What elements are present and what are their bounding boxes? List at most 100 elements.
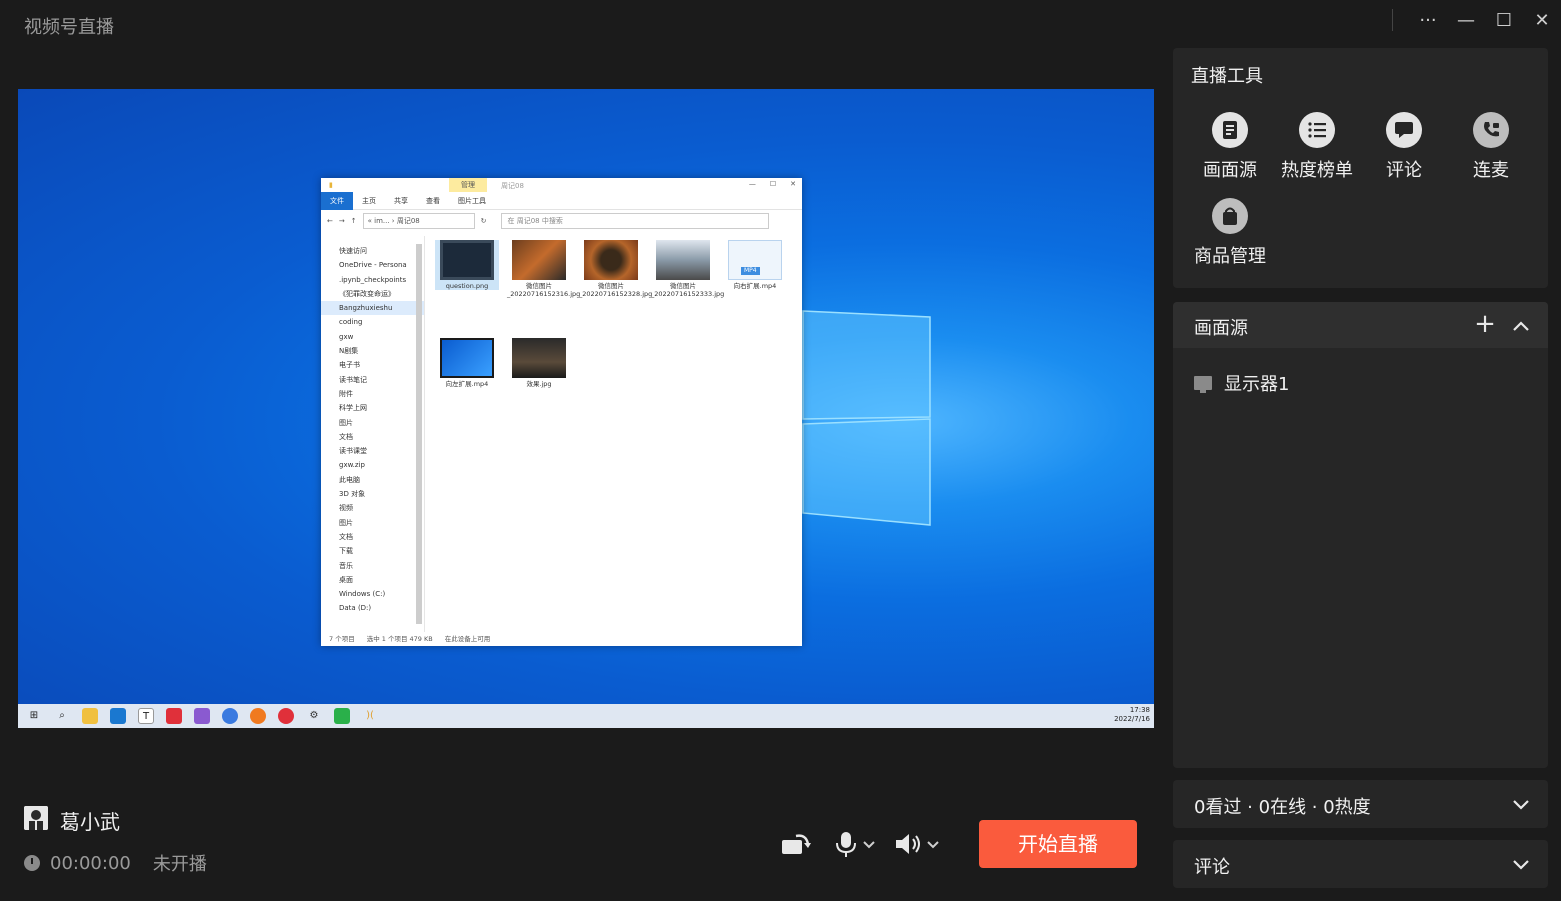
- file-item[interactable]: 效果.jpg: [507, 338, 571, 388]
- tool-hot-ranking[interactable]: 热度榜单: [1272, 112, 1362, 182]
- file-thumbnail: [656, 240, 710, 280]
- nav-item[interactable]: 电子书: [321, 358, 424, 372]
- file-explorer-window[interactable]: ▮ 管理 周记08 — ☐ ✕ 文件 主页 共享 查看 图片工具 ← → ↑ « i…: [321, 178, 802, 646]
- maximize-button[interactable]: ☐: [1485, 0, 1523, 40]
- nav-item[interactable]: N剧集: [321, 344, 424, 358]
- tool-label: 连麦: [1473, 160, 1509, 181]
- tab-share[interactable]: 共享: [385, 192, 417, 210]
- firefox-icon[interactable]: [250, 708, 266, 724]
- nav-item[interactable]: Data (D:): [321, 601, 424, 615]
- panel-title: 直播工具: [1191, 66, 1263, 87]
- start-icon[interactable]: ⊞: [26, 708, 42, 724]
- chevron-down-icon: [1513, 860, 1529, 870]
- nav-item[interactable]: 文档: [321, 530, 424, 544]
- netease-music-icon[interactable]: [278, 708, 294, 724]
- nav-item[interactable]: 《犯罪改变命运》: [321, 287, 424, 301]
- tool-label: 评论: [1386, 160, 1422, 181]
- typora-icon[interactable]: T: [138, 708, 154, 724]
- nav-item[interactable]: gxw: [321, 330, 424, 344]
- visual-studio-icon[interactable]: [194, 708, 210, 724]
- maximize-icon: ☐: [1495, 9, 1513, 31]
- expand-stats-button[interactable]: [1509, 792, 1533, 816]
- file-item[interactable]: 微信图片_20220716152316.jpg: [507, 240, 580, 298]
- nav-item[interactable]: 图片: [321, 516, 424, 530]
- tool-product-management[interactable]: 商品管理: [1185, 198, 1275, 268]
- app-icon[interactable]: )(: [362, 708, 378, 724]
- file-name: question.png: [445, 282, 489, 290]
- up-icon[interactable]: ↑: [351, 217, 357, 225]
- tab-picture-tools[interactable]: 图片工具: [449, 192, 495, 210]
- explorer-search-input[interactable]: 在 周记08 中搜索: [500, 213, 769, 229]
- status-item-count: 7 个项目: [329, 635, 355, 643]
- file-explorer-icon[interactable]: [82, 708, 98, 724]
- live-status: 未开播: [152, 854, 207, 875]
- file-item[interactable]: MP4 向右扩展.mp4: [723, 240, 787, 290]
- nav-item[interactable]: OneDrive - Persona: [321, 258, 424, 272]
- nav-item[interactable]: 此电脑: [321, 473, 424, 487]
- nav-item[interactable]: 读书笔记: [321, 373, 424, 387]
- expand-comments-button[interactable]: [1509, 852, 1533, 876]
- nav-item[interactable]: 视频: [321, 501, 424, 515]
- path-field[interactable]: « im... › 周记08: [362, 213, 475, 229]
- search-icon[interactable]: ⌕: [54, 708, 70, 724]
- tab-file[interactable]: 文件: [321, 191, 353, 210]
- refresh-icon[interactable]: ↻: [481, 217, 487, 225]
- nav-item[interactable]: 图片: [321, 416, 424, 430]
- nav-item[interactable]: Windows (C:): [321, 587, 424, 601]
- browser-icon[interactable]: [222, 708, 238, 724]
- xmind-icon[interactable]: [166, 708, 182, 724]
- add-source-button[interactable]: +: [1473, 309, 1497, 339]
- wechat-icon[interactable]: [334, 708, 350, 724]
- file-item[interactable]: 微信图片_20220716152328.jpg: [579, 240, 652, 298]
- file-item[interactable]: question.png: [435, 240, 499, 290]
- user-name: 葛小武: [60, 810, 120, 834]
- source-item-display[interactable]: 显示器1: [1194, 370, 1289, 396]
- microphone-options-dropdown[interactable]: [862, 826, 876, 862]
- rotate-screen-button[interactable]: [780, 826, 816, 862]
- file-item[interactable]: 向左扩展.mp4: [435, 338, 499, 388]
- nav-item[interactable]: Bangzhuxieshu: [321, 301, 424, 316]
- close-button[interactable]: ✕: [1523, 0, 1561, 40]
- avatar[interactable]: [24, 806, 48, 830]
- forward-icon[interactable]: →: [339, 217, 345, 225]
- settings-icon[interactable]: ⚙: [306, 708, 322, 724]
- comments-panel[interactable]: 评论: [1173, 840, 1548, 888]
- tool-comments[interactable]: 评论: [1359, 112, 1449, 182]
- nav-item[interactable]: 桌面: [321, 573, 424, 587]
- nav-item[interactable]: 读书课堂: [321, 444, 424, 458]
- nav-item[interactable]: gxw.zip: [321, 458, 424, 472]
- monitor-icon: [1194, 376, 1212, 393]
- nav-item[interactable]: 科学上网: [321, 401, 424, 415]
- nav-item[interactable]: 附件: [321, 387, 424, 401]
- nav-item[interactable]: 音乐: [321, 559, 424, 573]
- more-button[interactable]: ···: [1409, 0, 1447, 40]
- nav-item[interactable]: .ipynb_checkpoints: [321, 273, 424, 287]
- tab-home[interactable]: 主页: [353, 192, 385, 210]
- start-live-button[interactable]: 开始直播: [979, 820, 1137, 868]
- stream-preview[interactable]: ▮ 管理 周记08 — ☐ ✕ 文件 主页 共享 查看 图片工具 ← → ↑ « i…: [18, 89, 1154, 728]
- stats-panel[interactable]: 0看过 · 0在线 · 0热度: [1173, 780, 1548, 828]
- nav-scrollbar[interactable]: [416, 244, 422, 624]
- file-item[interactable]: 微信图片_20220716152333.jpg: [651, 240, 724, 298]
- vscode-icon[interactable]: [110, 708, 126, 724]
- microphone-button[interactable]: [834, 826, 858, 862]
- minimize-button[interactable]: —: [1447, 0, 1485, 40]
- tool-sources[interactable]: 画面源: [1185, 112, 1275, 182]
- document-icon: [1212, 112, 1248, 148]
- nav-item[interactable]: 快速访问: [321, 244, 424, 258]
- tab-view[interactable]: 查看: [417, 192, 449, 210]
- taskbar-clock[interactable]: 17:38 2022/7/16: [1114, 706, 1150, 724]
- avatar-image: [24, 806, 48, 830]
- explorer-window-controls[interactable]: — ☐ ✕: [749, 180, 796, 188]
- nav-item[interactable]: coding: [321, 315, 424, 329]
- nav-item[interactable]: 文档: [321, 430, 424, 444]
- tab-manage[interactable]: 管理: [449, 178, 487, 192]
- speaker-button[interactable]: [894, 826, 922, 862]
- back-icon[interactable]: ←: [327, 217, 333, 225]
- nav-item[interactable]: 3D 对象: [321, 487, 424, 501]
- nav-item[interactable]: 下载: [321, 544, 424, 558]
- tool-co-host[interactable]: 连麦: [1446, 112, 1536, 182]
- collapse-sources-button[interactable]: [1509, 314, 1533, 338]
- speaker-options-dropdown[interactable]: [926, 826, 940, 862]
- file-thumbnail: MP4: [728, 240, 782, 280]
